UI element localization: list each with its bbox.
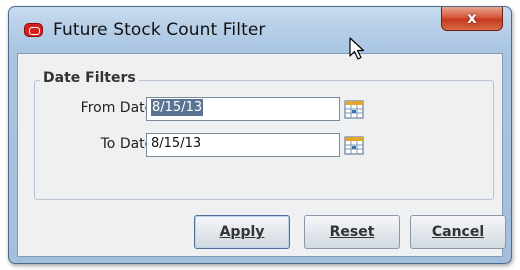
calendar-icon xyxy=(344,100,364,119)
window-title: Future Stock Count Filter xyxy=(53,20,266,40)
reset-button[interactable]: Reset xyxy=(304,215,400,249)
dialog-content: Date Filters From Date: 8/15/13 To Date:… xyxy=(17,53,506,257)
from-date-input[interactable]: 8/15/13 xyxy=(146,97,340,121)
dialog-window: Future Stock Count Filter x Date Filters… xyxy=(8,6,512,264)
cancel-button[interactable]: Cancel xyxy=(410,215,506,249)
to-date-calendar-button[interactable] xyxy=(343,134,365,156)
from-date-value: 8/15/13 xyxy=(151,99,204,116)
from-date-calendar-button[interactable] xyxy=(343,98,365,120)
close-icon: x xyxy=(467,9,477,27)
date-filters-heading: Date Filters xyxy=(40,70,139,86)
to-date-input[interactable]: 8/15/13 xyxy=(146,133,340,157)
apply-button[interactable]: Apply xyxy=(194,215,290,249)
close-button[interactable]: x xyxy=(441,7,503,31)
to-date-value: 8/15/13 xyxy=(151,136,202,151)
mouse-pointer-icon xyxy=(349,37,365,60)
calendar-icon xyxy=(344,136,364,155)
oracle-logo-icon xyxy=(24,23,43,37)
title-bar[interactable]: Future Stock Count Filter x xyxy=(9,7,511,53)
